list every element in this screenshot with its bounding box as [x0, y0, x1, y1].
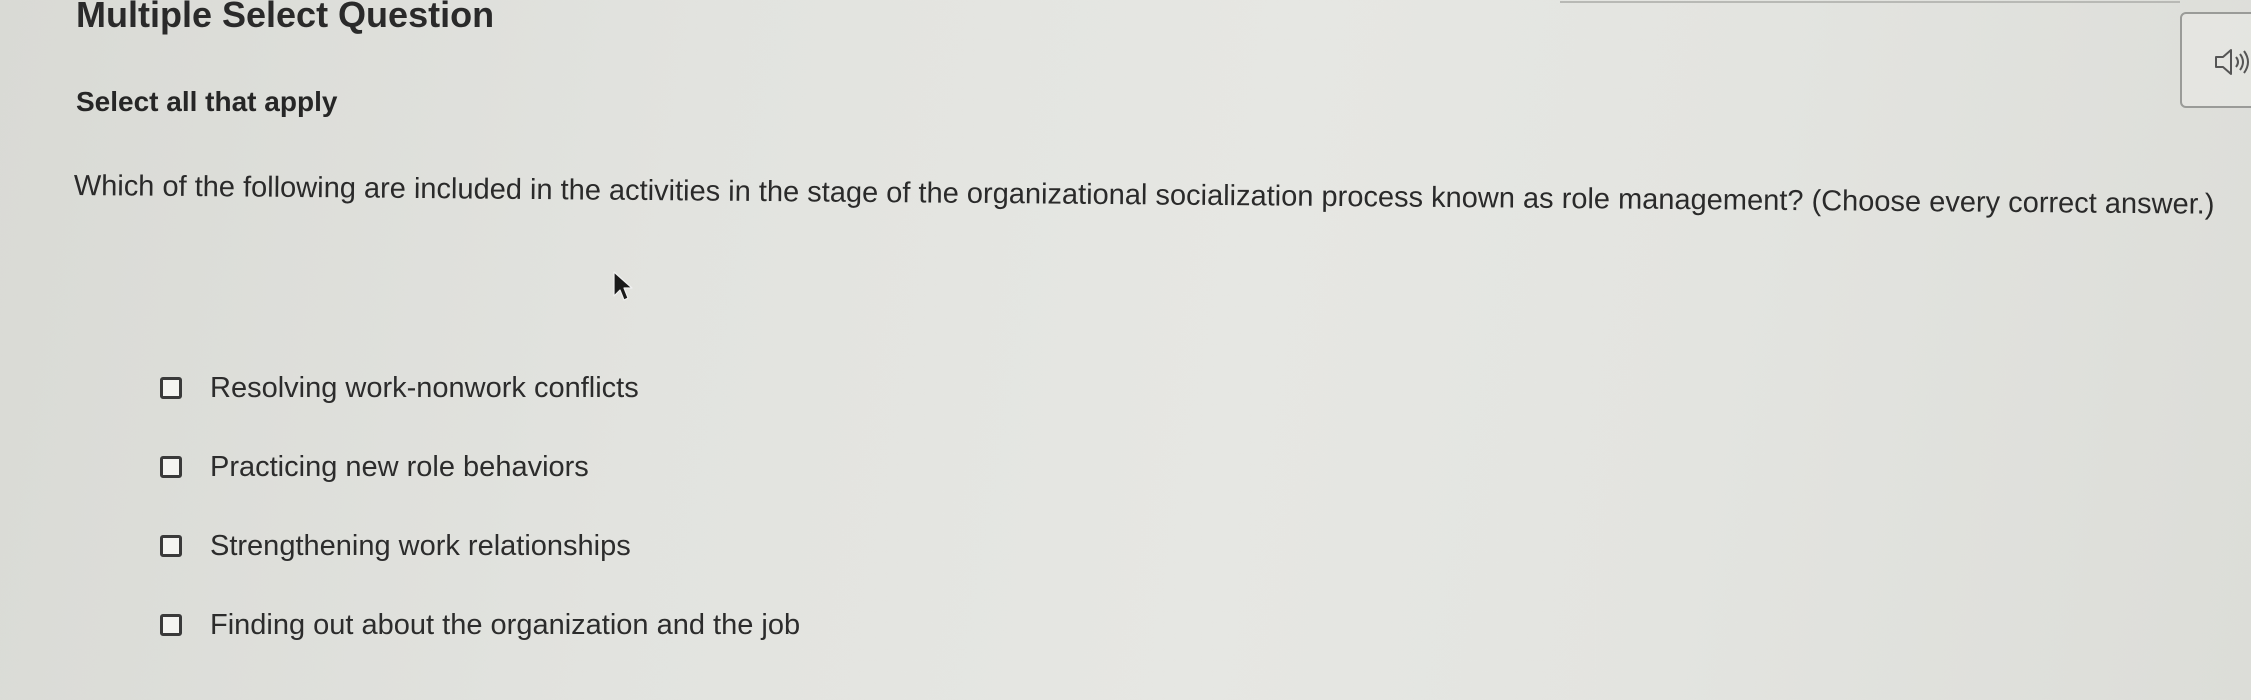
option-item[interactable]: Resolving work-nonwork conflicts — [160, 368, 800, 408]
option-label: Strengthening work relationships — [210, 529, 631, 562]
option-item[interactable]: Practicing new role behaviors — [160, 447, 800, 487]
option-item[interactable]: Strengthening work relationships — [160, 526, 800, 566]
divider — [1560, 1, 2180, 3]
mouse-pointer-icon — [613, 271, 633, 301]
instruction-text: Select all that apply — [76, 86, 338, 117]
question-prompt: Which of the following are included in t… — [73, 169, 2215, 221]
option-label: Resolving work-nonwork conflicts — [210, 371, 639, 404]
read-aloud-button[interactable] — [2180, 12, 2251, 108]
option-label: Finding out about the organization and t… — [210, 608, 801, 641]
option-item[interactable]: Finding out about the organization and t… — [160, 605, 800, 645]
answer-options: Resolving work-nonwork conflicts Practic… — [160, 368, 800, 684]
option-checkbox[interactable] — [160, 535, 182, 557]
option-checkbox[interactable] — [160, 614, 182, 636]
option-checkbox[interactable] — [160, 377, 182, 399]
question-page: Multiple Select Question Select all that… — [0, 0, 2251, 700]
option-label: Practicing new role behaviors — [210, 450, 589, 483]
speaker-icon — [2215, 49, 2249, 75]
option-checkbox[interactable] — [160, 456, 182, 478]
question-type-title: Multiple Select Question — [76, 0, 495, 35]
